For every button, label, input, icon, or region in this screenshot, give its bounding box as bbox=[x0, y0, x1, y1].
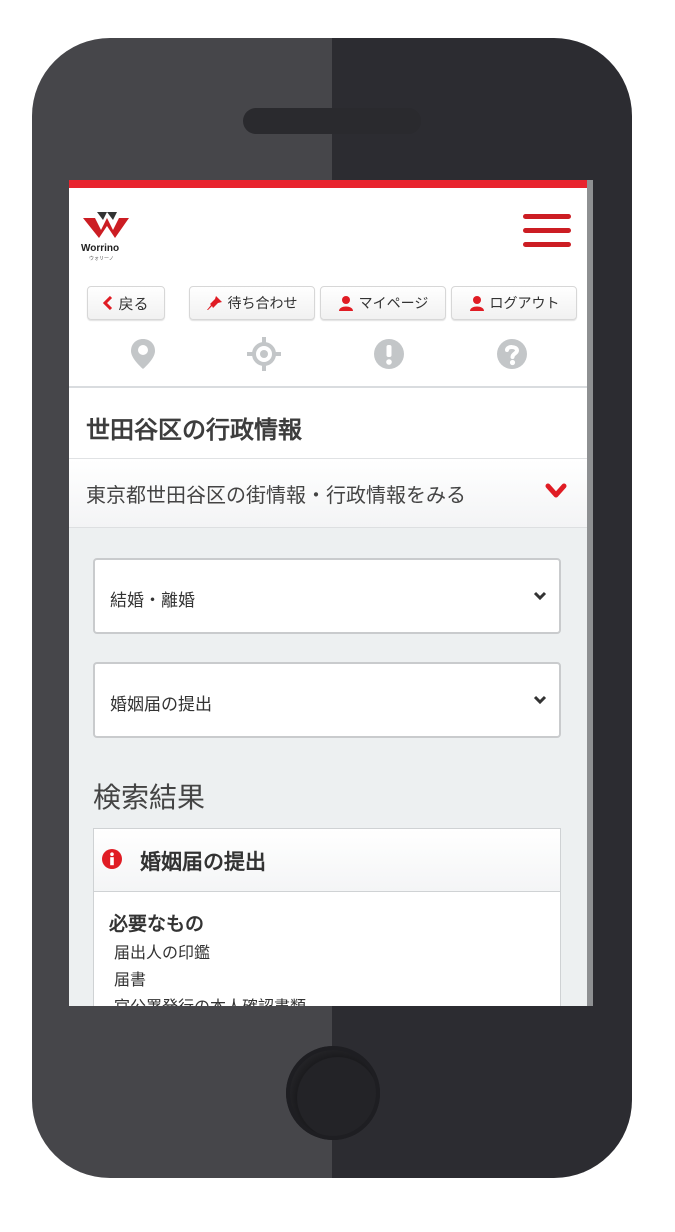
location-pin-icon[interactable] bbox=[125, 336, 161, 372]
mypage-button[interactable]: マイページ bbox=[320, 286, 446, 320]
logout-button-label: ログアウト bbox=[489, 296, 560, 312]
chevron-down-icon bbox=[545, 483, 567, 498]
logo-subtext: ウォリーノ bbox=[89, 256, 114, 262]
result-card-header[interactable]: 婚姻届の提出 bbox=[94, 829, 560, 892]
help-icon[interactable] bbox=[494, 336, 530, 372]
worrino-logo[interactable]: Worrino ウォリーノ bbox=[81, 210, 131, 262]
mypage-button-label: マイページ bbox=[358, 296, 429, 312]
back-button[interactable]: 戻る bbox=[87, 286, 165, 320]
user-icon bbox=[469, 295, 485, 311]
page-title-bar: 世田谷区の行政情報 bbox=[69, 388, 587, 459]
top-accent-bar bbox=[69, 180, 587, 188]
requirement-item: 届書 bbox=[114, 970, 147, 989]
requirement-item: 届出人の印鑑 bbox=[114, 943, 211, 962]
alert-icon[interactable] bbox=[371, 336, 407, 372]
info-icon bbox=[102, 849, 122, 869]
city-info-link-label: 東京都世田谷区の街情報・行政情報をみる bbox=[86, 483, 466, 507]
logo-text: Worrino bbox=[81, 243, 120, 254]
results-heading: 検索結果 bbox=[93, 781, 206, 814]
screen-edge bbox=[587, 180, 593, 1006]
logout-button[interactable]: ログアウト bbox=[451, 286, 577, 320]
phone-speaker bbox=[243, 108, 421, 134]
result-card-title: 婚姻届の提出 bbox=[140, 850, 266, 874]
result-card: 婚姻届の提出 必要なもの 届出人の印鑑 届書 官公署発行の本人確認書類 bbox=[93, 828, 561, 1006]
meetup-button-label: 待ち合わせ bbox=[227, 296, 298, 312]
requirement-item: 官公署発行の本人確認書類 bbox=[114, 993, 306, 1006]
city-info-link[interactable]: 東京都世田谷区の街情報・行政情報をみる bbox=[69, 459, 587, 528]
crosshair-icon[interactable] bbox=[246, 336, 282, 372]
chevron-down-icon bbox=[533, 695, 547, 705]
category-select-value: 結婚・離婚 bbox=[110, 591, 195, 611]
subcategory-select-value: 婚姻届の提出 bbox=[110, 695, 212, 715]
home-button[interactable] bbox=[286, 1046, 380, 1140]
chevron-down-icon bbox=[533, 591, 547, 601]
chevron-left-icon bbox=[103, 296, 113, 310]
app-screen: Worrino ウォリーノ 戻る 待ち合わせ マイページ ログアウト 世田谷区の… bbox=[69, 180, 593, 1006]
requirements-title: 必要なもの bbox=[109, 913, 205, 935]
meetup-button[interactable]: 待ち合わせ bbox=[189, 286, 315, 320]
app-header: Worrino ウォリーノ 戻る 待ち合わせ マイページ ログアウト bbox=[69, 188, 587, 388]
logo-mark-icon bbox=[83, 212, 129, 238]
pin-icon bbox=[206, 295, 223, 311]
hamburger-menu-icon[interactable] bbox=[523, 214, 573, 250]
user-icon bbox=[338, 295, 354, 311]
back-button-label: 戻る bbox=[118, 294, 149, 313]
category-select[interactable]: 結婚・離婚 bbox=[93, 558, 561, 634]
subcategory-select[interactable]: 婚姻届の提出 bbox=[93, 662, 561, 738]
page-title: 世田谷区の行政情報 bbox=[86, 416, 302, 444]
